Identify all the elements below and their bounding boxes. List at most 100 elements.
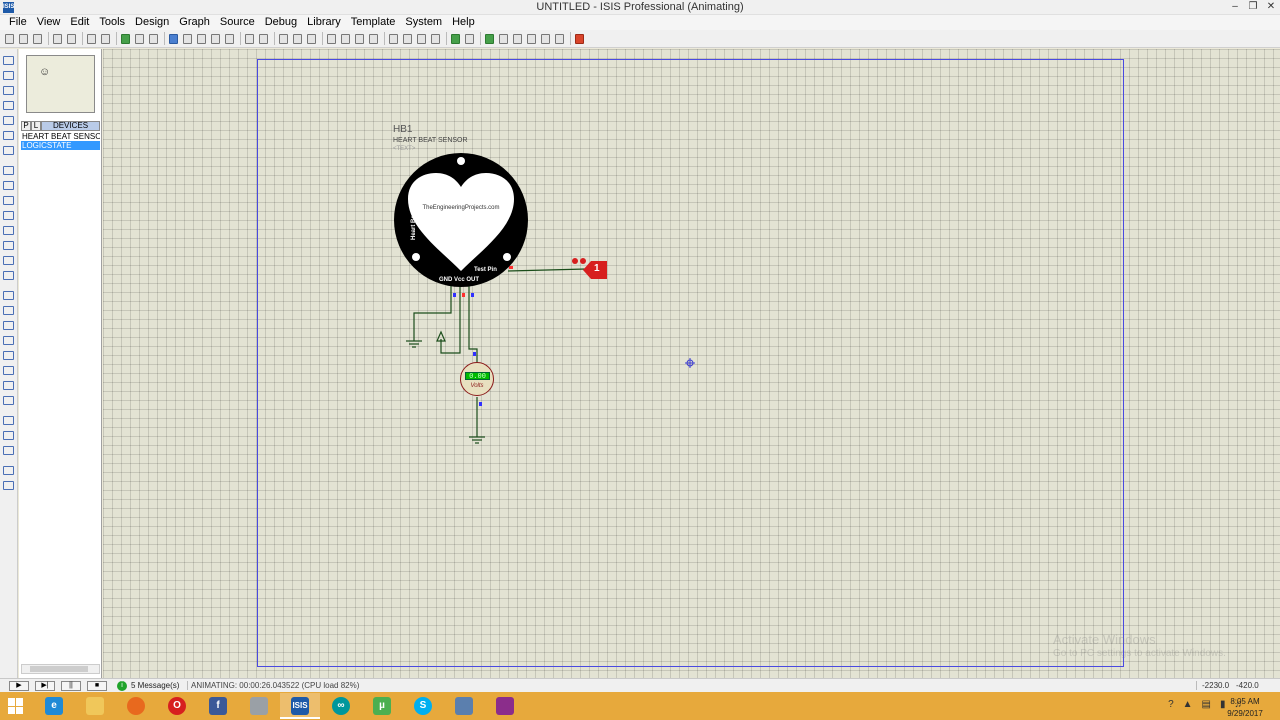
- pause-button[interactable]: ||: [61, 681, 81, 691]
- zoom-all-icon[interactable]: [211, 33, 220, 44]
- taskbar-firefox[interactable]: [116, 693, 156, 719]
- step-button[interactable]: ▶|: [35, 681, 55, 691]
- sheet-info-icon[interactable]: [555, 33, 564, 44]
- clock-time[interactable]: 8:05 AM: [1220, 697, 1270, 706]
- overview-window[interactable]: ☺: [26, 55, 95, 113]
- wire-label-icon[interactable]: [3, 101, 14, 110]
- tape-recorder-icon[interactable]: [3, 211, 14, 220]
- print-area-icon[interactable]: [101, 33, 110, 44]
- print-icon[interactable]: [87, 33, 96, 44]
- text-tool-icon[interactable]: [3, 366, 14, 375]
- library-manager-button[interactable]: L: [31, 121, 41, 131]
- export-icon[interactable]: [67, 33, 76, 44]
- rotation-angle-field[interactable]: [3, 446, 14, 455]
- save-icon[interactable]: [33, 33, 42, 44]
- pick-devices-button[interactable]: P: [21, 121, 31, 131]
- zoom-in-icon[interactable]: [183, 33, 192, 44]
- stop-button[interactable]: ■: [87, 681, 107, 691]
- device-item-logicstate[interactable]: LOGICSTATE: [21, 141, 100, 150]
- block-delete-icon[interactable]: [369, 33, 378, 44]
- copy-icon[interactable]: [293, 33, 302, 44]
- network-icon[interactable]: ▤: [1202, 699, 1211, 710]
- close-icon[interactable]: ✕: [1262, 0, 1280, 15]
- voltage-probe-icon[interactable]: [3, 241, 14, 250]
- taskbar-settings[interactable]: [239, 693, 279, 719]
- netlist-icon[interactable]: [485, 33, 494, 44]
- help-icon[interactable]: ?: [1168, 699, 1174, 710]
- taskbar-skype[interactable]: S: [403, 693, 443, 719]
- subcircuit-icon[interactable]: [3, 146, 14, 155]
- generator-icon[interactable]: [3, 226, 14, 235]
- menu-system[interactable]: System: [400, 15, 447, 30]
- virtual-instruments-icon[interactable]: [3, 271, 14, 280]
- path-tool-icon[interactable]: [3, 351, 14, 360]
- menu-file[interactable]: File: [4, 15, 32, 30]
- undo-icon[interactable]: [245, 33, 254, 44]
- wire-autorouter-icon[interactable]: [451, 33, 460, 44]
- logic-state-value[interactable]: 1: [594, 263, 600, 274]
- device-list-scrollbar[interactable]: [21, 664, 100, 674]
- box-tool-icon[interactable]: [3, 306, 14, 315]
- taskbar-arduino[interactable]: ∞: [321, 693, 361, 719]
- grid-icon[interactable]: [135, 33, 144, 44]
- text-script-icon[interactable]: [3, 116, 14, 125]
- taskbar-recycle[interactable]: [444, 693, 484, 719]
- scrollbar-thumb[interactable]: [30, 666, 88, 672]
- ares-pcb-icon[interactable]: [575, 33, 584, 44]
- heart-beat-sensor-component[interactable]: TheEngineeringProjects.com Heart Beat Se…: [394, 153, 528, 287]
- paste-icon[interactable]: [307, 33, 316, 44]
- selection-mode-icon[interactable]: [3, 56, 14, 65]
- zoom-out-icon[interactable]: [197, 33, 206, 44]
- block-copy-icon[interactable]: [327, 33, 336, 44]
- message-count[interactable]: 5 Message(s): [131, 681, 179, 690]
- taskbar-file-explorer[interactable]: [75, 693, 115, 719]
- restore-icon[interactable]: ❐: [1244, 0, 1262, 15]
- new-sheet-icon[interactable]: [527, 33, 536, 44]
- menu-help[interactable]: Help: [447, 15, 480, 30]
- component-mode-icon[interactable]: [3, 71, 14, 80]
- refresh-icon[interactable]: [121, 33, 130, 44]
- redo-icon[interactable]: [259, 33, 268, 44]
- menu-source[interactable]: Source: [215, 15, 260, 30]
- bill-of-materials-icon[interactable]: [499, 33, 508, 44]
- clock-date[interactable]: 9/29/2017: [1220, 709, 1270, 718]
- block-move-icon[interactable]: [341, 33, 350, 44]
- taskbar-opera[interactable]: O: [157, 693, 197, 719]
- mirror-horizontal-icon[interactable]: [3, 466, 14, 475]
- circle-tool-icon[interactable]: [3, 321, 14, 330]
- marker-tool-icon[interactable]: [3, 396, 14, 405]
- menu-view[interactable]: View: [32, 15, 66, 30]
- info-icon[interactable]: i: [117, 681, 127, 691]
- menu-design[interactable]: Design: [130, 15, 174, 30]
- pan-icon[interactable]: [169, 33, 178, 44]
- dc-voltmeter-component[interactable]: 0.00 Volts: [460, 362, 494, 396]
- packaging-icon[interactable]: [417, 33, 426, 44]
- graph-icon[interactable]: [3, 196, 14, 205]
- cut-icon[interactable]: [279, 33, 288, 44]
- taskbar-winrar[interactable]: [485, 693, 525, 719]
- notification-arrow-icon[interactable]: ▲: [1183, 699, 1193, 710]
- new-file-icon[interactable]: [5, 33, 14, 44]
- block-rotate-icon[interactable]: [355, 33, 364, 44]
- current-probe-icon[interactable]: [3, 256, 14, 265]
- remove-sheet-icon[interactable]: [541, 33, 550, 44]
- mirror-vertical-icon[interactable]: [3, 481, 14, 490]
- electrical-check-icon[interactable]: [513, 33, 522, 44]
- taskbar-internet-explorer[interactable]: e: [34, 693, 74, 719]
- menu-edit[interactable]: Edit: [65, 15, 94, 30]
- minimize-icon[interactable]: –: [1226, 0, 1244, 15]
- device-item-heart-beat-sensor[interactable]: HEART BEAT SENSOR: [21, 132, 100, 141]
- junction-dot-icon[interactable]: [3, 86, 14, 95]
- terminals-icon[interactable]: [3, 166, 14, 175]
- menu-template[interactable]: Template: [346, 15, 401, 30]
- symbol-tool-icon[interactable]: [3, 381, 14, 390]
- menu-debug[interactable]: Debug: [260, 15, 302, 30]
- arc-tool-icon[interactable]: [3, 336, 14, 345]
- zoom-area-icon[interactable]: [225, 33, 234, 44]
- menu-graph[interactable]: Graph: [174, 15, 215, 30]
- pick-device-icon[interactable]: [389, 33, 398, 44]
- search-tag-icon[interactable]: [465, 33, 474, 44]
- menu-library[interactable]: Library: [302, 15, 346, 30]
- rotate-anticlockwise-icon[interactable]: [3, 431, 14, 440]
- rotate-clockwise-icon[interactable]: [3, 416, 14, 425]
